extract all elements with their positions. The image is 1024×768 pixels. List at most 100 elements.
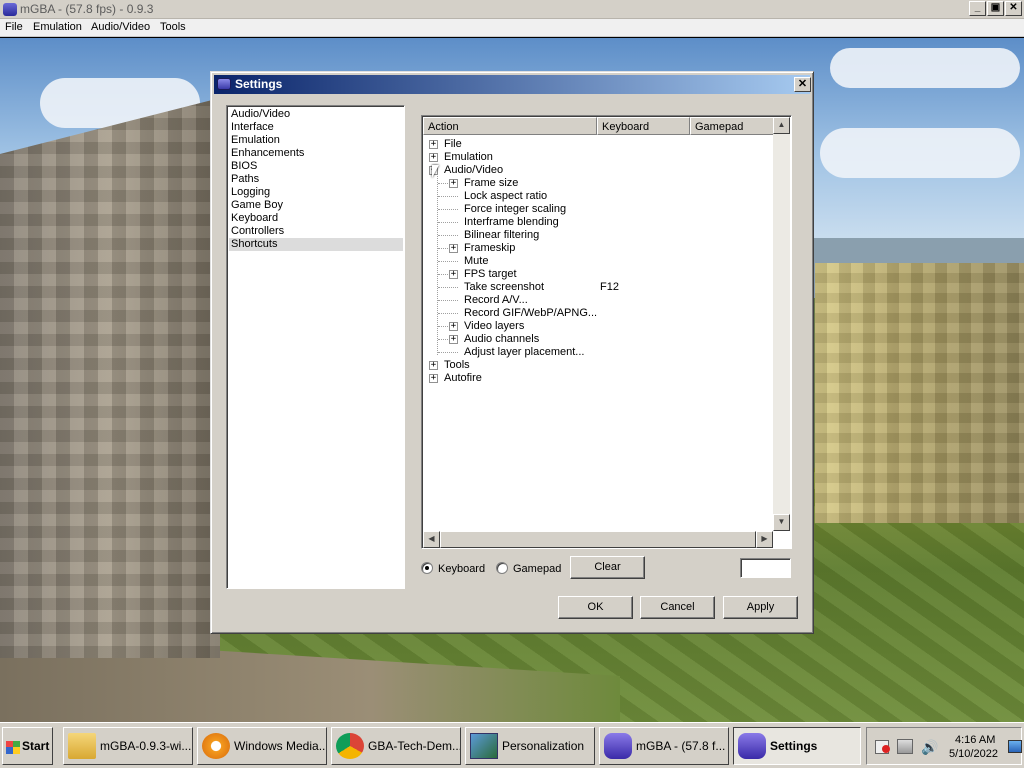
radio-selected-dot	[425, 566, 429, 570]
expand-icon[interactable]: +	[449, 244, 458, 253]
taskbar-item-mgba[interactable]: Settings	[733, 727, 861, 765]
window-title: mGBA - (57.8 fps) - 0.9.3	[20, 2, 154, 16]
shortcut-row-interframe-blending[interactable]: Interframe blending	[464, 216, 559, 229]
ok-button[interactable]: OK	[558, 596, 633, 619]
shortcut-row-take-screenshot[interactable]: Take screenshot	[464, 281, 544, 294]
dialog-close-button[interactable]: ✕	[794, 77, 811, 92]
tree-branch-line	[438, 326, 448, 327]
tree-branch-line	[438, 235, 458, 236]
column-gamepad[interactable]: Gamepad	[690, 117, 774, 135]
column-keyboard[interactable]: Keyboard	[597, 117, 690, 135]
tree-branch-line	[438, 209, 458, 210]
shortcut-row-emulation[interactable]: Emulation	[444, 151, 493, 164]
clock-time[interactable]: 4:16 AM	[955, 734, 995, 746]
clear-button[interactable]: Clear	[570, 556, 645, 579]
dialog-titlebar[interactable]: Settings ✕	[214, 75, 811, 94]
maximize-button[interactable]: ▣	[987, 1, 1004, 16]
expand-icon[interactable]: +	[429, 140, 438, 149]
personalization-icon	[470, 733, 498, 759]
cancel-button[interactable]: Cancel	[640, 596, 715, 619]
expand-icon[interactable]: +	[429, 361, 438, 370]
shortcut-row-autofire[interactable]: Autofire	[444, 372, 482, 385]
menu-tools[interactable]: Tools	[160, 21, 186, 33]
apply-button[interactable]: Apply	[723, 596, 798, 619]
network-icon[interactable]	[897, 739, 913, 754]
vertical-scrollbar[interactable]: ▲ ▼	[773, 117, 790, 531]
expand-icon[interactable]: +	[449, 179, 458, 188]
keyboard-radio[interactable]	[421, 562, 433, 574]
category-list[interactable]: Audio/Video Interface Emulation Enhancement…	[226, 105, 405, 589]
menu-emulation[interactable]: Emulation	[33, 21, 82, 33]
category-item-paths[interactable]: Paths	[229, 173, 403, 186]
tree-branch-line	[438, 287, 458, 288]
shortcuts-tree[interactable]: Action Keyboard Gamepad + File + Emulation −…	[421, 115, 792, 549]
dialog-title: Settings	[235, 77, 283, 91]
close-button[interactable]: ✕	[1005, 1, 1022, 16]
action-center-icon[interactable]	[875, 740, 890, 754]
taskbar: Start mGBA-0.9.3-wi... Windows Media... GB…	[0, 722, 1024, 768]
shortcut-row-audio-channels[interactable]: Audio channels	[464, 333, 539, 346]
shortcut-row-adjust-layer-placement[interactable]: Adjust layer placement...	[464, 346, 584, 359]
windows-logo-icon	[6, 747, 20, 754]
taskbar-item-media-player[interactable]: Windows Media...	[197, 727, 327, 765]
category-item-audio-video[interactable]: Audio/Video	[229, 108, 403, 121]
category-item-keyboard[interactable]: Keyboard	[229, 212, 403, 225]
column-action[interactable]: Action	[423, 117, 597, 135]
taskbar-item-personalization[interactable]: Personalization	[465, 727, 595, 765]
taskbar-item-folder[interactable]: mGBA-0.9.3-wi...	[63, 727, 193, 765]
shortcut-row-bilinear-filtering[interactable]: Bilinear filtering	[464, 229, 539, 242]
gamepad-radio-label[interactable]: Gamepad	[513, 563, 561, 575]
category-item-game-boy[interactable]: Game Boy	[229, 199, 403, 212]
category-item-shortcuts[interactable]: Shortcuts	[229, 238, 403, 251]
menu-bar: File Emulation Audio/Video Tools	[0, 19, 1024, 37]
volume-icon[interactable]: 🔊	[921, 739, 938, 756]
start-button[interactable]: Start	[2, 727, 53, 765]
gamepad-radio[interactable]	[496, 562, 508, 574]
main-titlebar[interactable]: mGBA - (57.8 fps) - 0.9.3 _ ▣ ✕	[0, 0, 1024, 19]
shortcut-row-frame-size[interactable]: Frame size	[464, 177, 518, 190]
category-item-logging[interactable]: Logging	[229, 186, 403, 199]
category-item-emulation[interactable]: Emulation	[229, 134, 403, 147]
minimize-button[interactable]: _	[969, 1, 986, 16]
taskbar-item-mgba[interactable]: mGBA - (57.8 f...	[599, 727, 729, 765]
menu-file[interactable]: File	[5, 21, 23, 33]
expand-icon[interactable]: +	[429, 153, 438, 162]
mgba-icon	[738, 733, 766, 759]
taskbar-item-label: Settings	[770, 739, 818, 753]
expand-icon[interactable]: +	[429, 374, 438, 383]
shortcut-row-mute[interactable]: Mute	[464, 255, 488, 268]
category-item-controllers[interactable]: Controllers	[229, 225, 403, 238]
scroll-up-icon[interactable]: ▲	[773, 117, 790, 134]
show-desktop-icon[interactable]	[1008, 740, 1022, 753]
category-item-interface[interactable]: Interface	[229, 121, 403, 134]
horizontal-scrollbar[interactable]: ◀ ▶	[423, 531, 773, 548]
taskbar-item-chrome[interactable]: GBA-Tech-Dem...	[331, 727, 461, 765]
shortcut-row-lock-aspect-ratio[interactable]: Lock aspect ratio	[464, 190, 547, 203]
category-item-bios[interactable]: BIOS	[229, 160, 403, 173]
shortcut-row-video-layers[interactable]: Video layers	[464, 320, 524, 333]
shortcut-keyboard-value[interactable]: F12	[600, 281, 619, 294]
clock-date[interactable]: 5/10/2022	[949, 748, 998, 760]
shortcut-row-audio-video[interactable]: Audio/Video	[444, 164, 503, 177]
shortcut-row-tools[interactable]: Tools	[444, 359, 470, 372]
shortcut-row-force-integer-scaling[interactable]: Force integer scaling	[464, 203, 566, 216]
key-capture-field[interactable]	[740, 558, 791, 578]
keyboard-radio-label[interactable]: Keyboard	[438, 563, 485, 575]
horizontal-scroll-thumb[interactable]	[440, 531, 756, 548]
expand-icon[interactable]: +	[449, 270, 458, 279]
category-item-enhancements[interactable]: Enhancements	[229, 147, 403, 160]
shortcut-row-record-a-v[interactable]: Record A/V...	[464, 294, 528, 307]
menu-audio-video[interactable]: Audio/Video	[91, 21, 150, 33]
scroll-right-icon[interactable]: ▶	[756, 531, 773, 548]
tree-branch-line	[438, 313, 458, 314]
tree-branch-line	[438, 196, 458, 197]
tree-branch-line	[438, 352, 458, 353]
shortcut-row-frameskip[interactable]: Frameskip	[464, 242, 515, 255]
shortcut-row-fps-target[interactable]: FPS target	[464, 268, 517, 281]
shortcut-row-file[interactable]: File	[444, 138, 462, 151]
scroll-left-icon[interactable]: ◀	[423, 531, 440, 548]
expand-icon[interactable]: +	[449, 335, 458, 344]
expand-icon[interactable]: +	[449, 322, 458, 331]
shortcut-row-record-gif-webp-apng[interactable]: Record GIF/WebP/APNG...	[464, 307, 597, 320]
scroll-down-icon[interactable]: ▼	[773, 514, 790, 531]
